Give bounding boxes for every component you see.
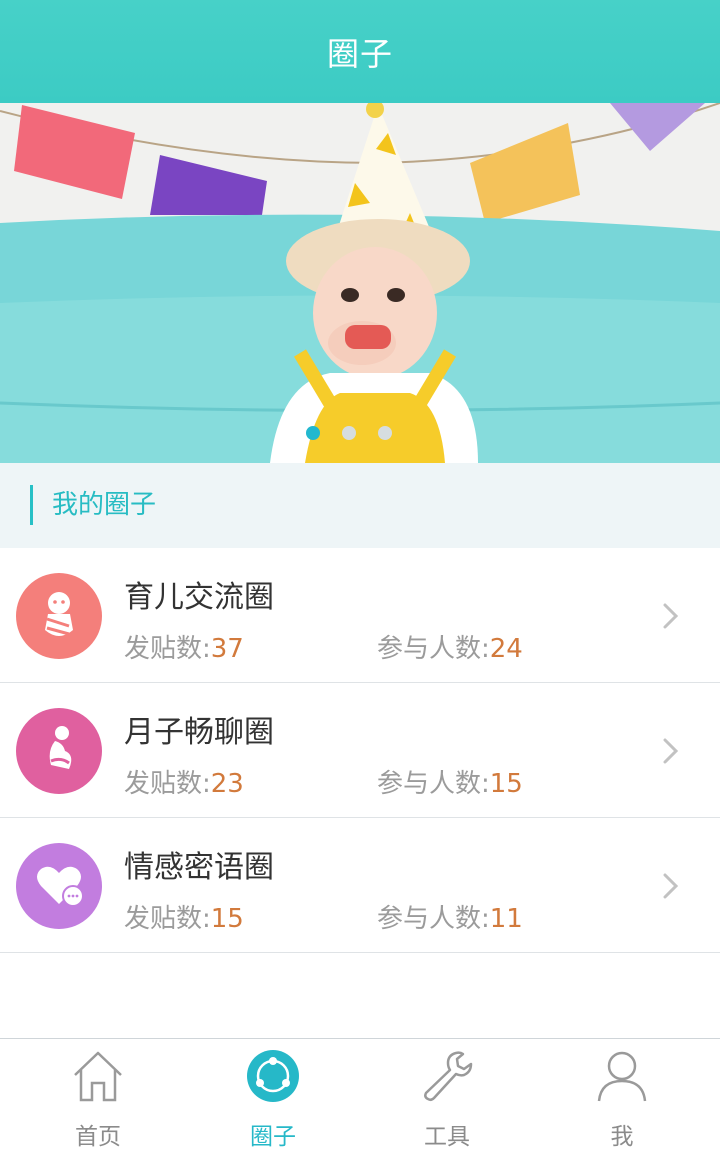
person-icon bbox=[597, 1051, 647, 1102]
circle-name: 情感密语圈 bbox=[124, 850, 274, 885]
chevron-right-icon bbox=[663, 603, 679, 629]
posts-count: 发贴数:23 bbox=[124, 769, 244, 799]
tab-tools[interactable]: 工具 bbox=[357, 1039, 537, 1154]
page-title: 圈子 bbox=[326, 34, 393, 73]
members-count: 参与人数:15 bbox=[377, 769, 523, 799]
tab-me[interactable]: 我 bbox=[532, 1039, 712, 1154]
posts-count: 发贴数:15 bbox=[124, 904, 244, 934]
section-accent-bar bbox=[30, 485, 33, 525]
circle-name: 育儿交流圈 bbox=[124, 580, 274, 615]
circle-list: 育儿交流圈 发贴数:37 参与人数:24 月子畅聊圈 发贴数:23 参与人数:1… bbox=[0, 548, 720, 953]
carousel-dot[interactable] bbox=[306, 426, 320, 440]
mother-icon bbox=[16, 708, 102, 794]
carousel-indicator bbox=[0, 426, 720, 440]
members-count: 参与人数:11 bbox=[377, 904, 523, 934]
tab-label: 圈子 bbox=[250, 1124, 296, 1150]
tab-label: 我 bbox=[610, 1124, 634, 1150]
carousel-dot[interactable] bbox=[378, 426, 392, 440]
carousel-dot[interactable] bbox=[342, 426, 356, 440]
chevron-right-icon bbox=[663, 738, 679, 764]
app-header: 圈子 bbox=[0, 0, 720, 103]
bottom-tab-bar: 首页 圈子 工具 我 bbox=[0, 1038, 720, 1154]
my-circles-header: 我的圈子 bbox=[0, 463, 720, 548]
circle-item-parenting[interactable]: 育儿交流圈 发贴数:37 参与人数:24 bbox=[0, 548, 720, 683]
circle-item-postpartum[interactable]: 月子畅聊圈 发贴数:23 参与人数:15 bbox=[0, 683, 720, 818]
circle-item-emotion[interactable]: 情感密语圈 发贴数:15 参与人数:11 bbox=[0, 818, 720, 953]
members-count: 参与人数:24 bbox=[377, 634, 523, 664]
section-title: 我的圈子 bbox=[52, 490, 157, 520]
tab-label: 工具 bbox=[424, 1124, 470, 1150]
banner-image bbox=[0, 103, 720, 463]
tab-label: 首页 bbox=[75, 1124, 121, 1150]
circle-name: 月子畅聊圈 bbox=[124, 715, 274, 750]
tab-home[interactable]: 首页 bbox=[8, 1039, 188, 1154]
circle-icon bbox=[247, 1050, 299, 1102]
chevron-right-icon bbox=[663, 873, 679, 899]
tab-circle[interactable]: 圈子 bbox=[183, 1039, 363, 1154]
home-icon bbox=[74, 1051, 122, 1102]
baby-icon bbox=[16, 573, 102, 659]
posts-count: 发贴数:37 bbox=[124, 634, 244, 664]
wrench-icon bbox=[424, 1051, 473, 1102]
banner-carousel[interactable] bbox=[0, 103, 720, 463]
heart-chat-icon bbox=[16, 843, 102, 929]
